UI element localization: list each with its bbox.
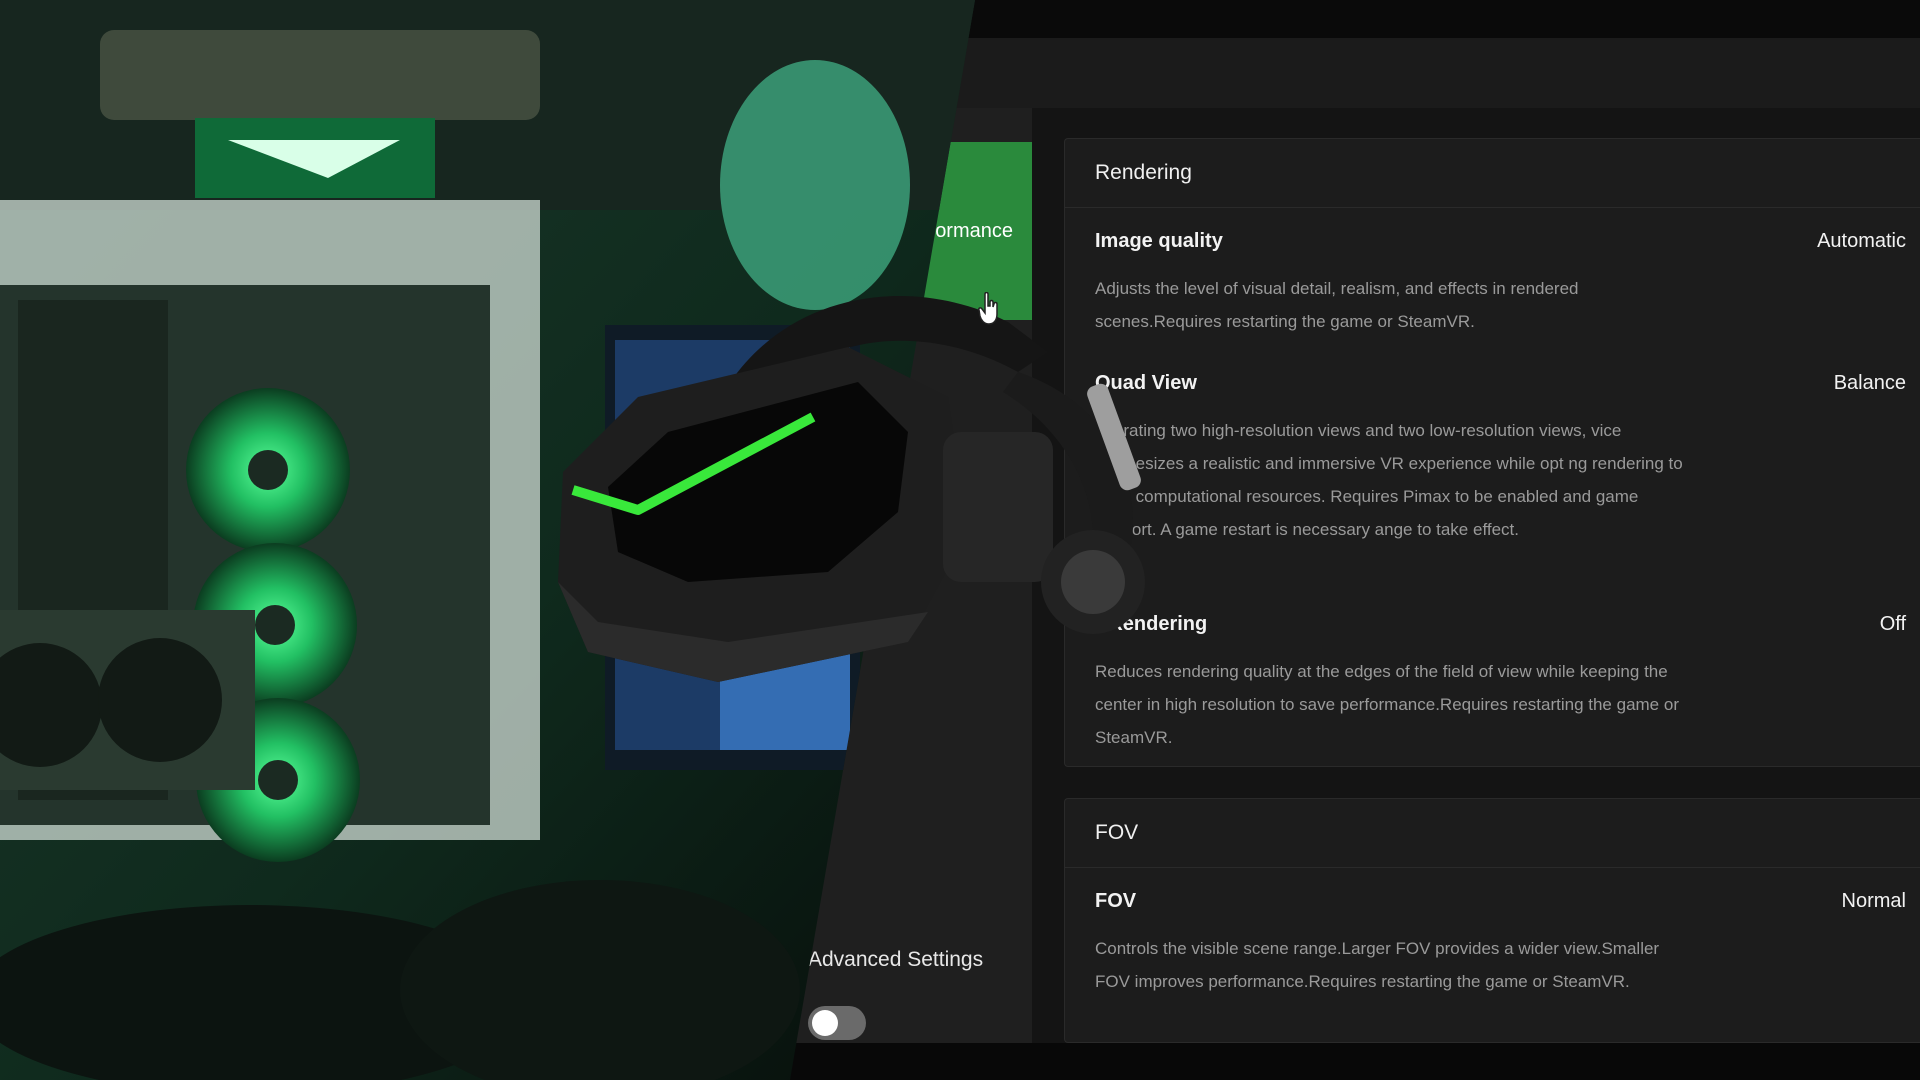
fov-card: FOV FOV Normal Controls the visible scen…	[1064, 798, 1920, 1043]
vr-headset-image	[558, 296, 1145, 682]
setting-description: Reduces rendering quality at the edges o…	[1095, 662, 1679, 747]
fov-card-title: FOV	[1065, 799, 1920, 868]
setting-description: Controls the visible scene range.Larger …	[1095, 939, 1660, 991]
rendering-card-title: Rendering	[1065, 139, 1920, 208]
rendering-card: Rendering Image quality Automatic Adjust…	[1064, 138, 1920, 767]
sidebar-item-label: ormance	[935, 219, 1013, 242]
toggle-knob	[812, 1010, 838, 1036]
hand-pointer-icon	[978, 292, 998, 325]
bottom-bar	[0, 1043, 1920, 1080]
setting-value-dropdown[interactable]: Balance	[1834, 372, 1906, 395]
setting-description: Adjusts the level of visual detail, real…	[1095, 279, 1579, 331]
advanced-settings-label: Advanced Settings	[808, 948, 984, 971]
app-header	[0, 38, 1920, 109]
setting-value-dropdown[interactable]: Automatic	[1817, 230, 1906, 253]
setting-title: Image quality	[1095, 230, 1223, 252]
setting-value-dropdown[interactable]: Off	[1880, 613, 1906, 636]
setting-title: FOV	[1095, 890, 1137, 912]
setting-description: enerating two high-resolution views and …	[1095, 421, 1683, 539]
advanced-settings-toggle[interactable]	[808, 1006, 866, 1040]
title-bar	[0, 0, 1920, 38]
setting-value-dropdown[interactable]: Normal	[1842, 890, 1906, 913]
